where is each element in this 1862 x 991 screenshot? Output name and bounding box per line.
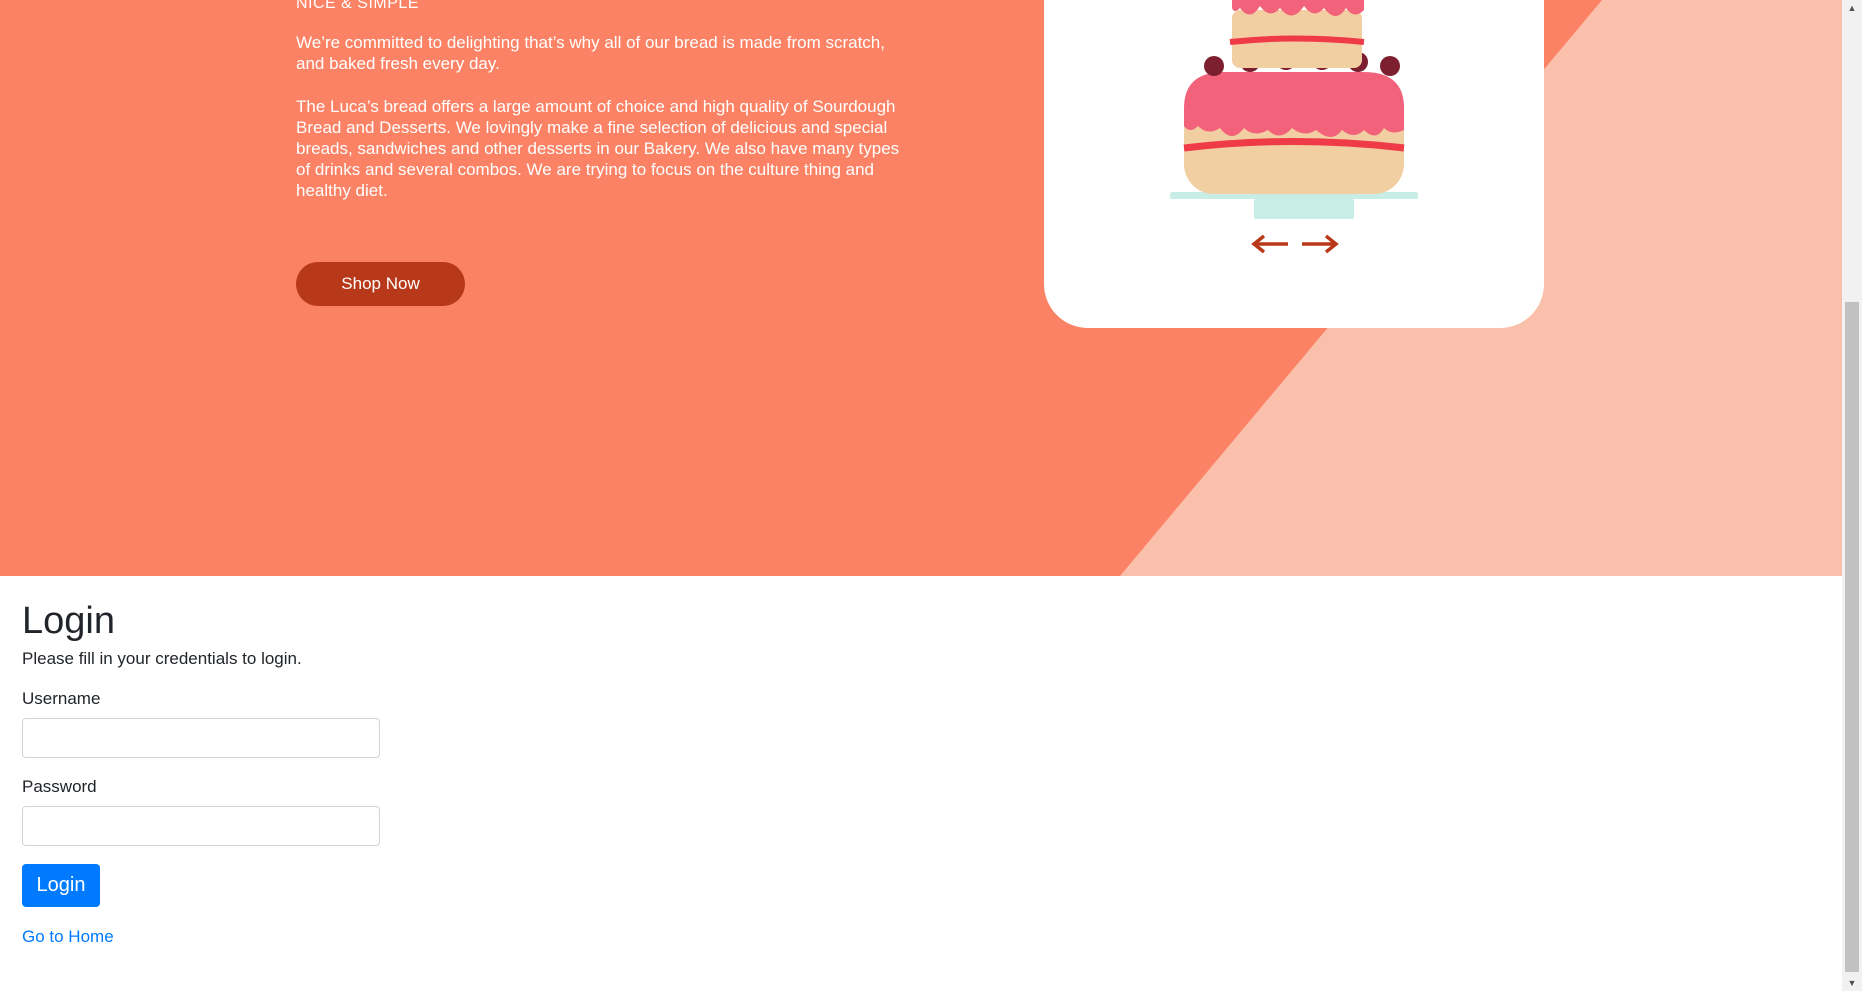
username-field[interactable] xyxy=(22,718,380,758)
scroll-up-icon[interactable]: ▲ xyxy=(1842,0,1862,16)
cake-icon xyxy=(1170,0,1418,219)
go-to-home-link[interactable]: Go to Home xyxy=(22,927,114,947)
hero-tagline: NICE & SIMPLE xyxy=(296,0,419,12)
hero-text: NICE & SIMPLE We’re committed to delight… xyxy=(296,0,906,201)
login-subtitle: Please fill in your credentials to login… xyxy=(22,649,302,668)
login-button[interactable]: Login xyxy=(22,864,100,907)
login-form: Login Please fill in your credentials to… xyxy=(22,598,380,947)
scrollbar[interactable]: ▲ ▼ xyxy=(1842,0,1862,991)
product-carousel-card xyxy=(1044,0,1544,328)
hero-paragraph-2: The Luca’s bread offers a large amount o… xyxy=(296,97,900,200)
arrow-right-icon[interactable] xyxy=(1300,234,1340,254)
hero-diagonal-accent xyxy=(1120,0,1842,576)
arrow-left-icon[interactable] xyxy=(1250,234,1290,254)
hero-section: NICE & SIMPLE We’re committed to delight… xyxy=(0,0,1842,576)
scrollbar-thumb[interactable] xyxy=(1845,302,1859,972)
username-label: Username xyxy=(22,689,101,708)
shop-now-button[interactable]: Shop Now xyxy=(296,262,465,306)
hero-paragraph-1: We’re committed to delighting that’s why… xyxy=(296,33,885,73)
password-field[interactable] xyxy=(22,806,380,846)
password-label: Password xyxy=(22,777,97,796)
scroll-down-icon[interactable]: ▼ xyxy=(1842,975,1862,991)
login-title: Login xyxy=(22,600,115,642)
